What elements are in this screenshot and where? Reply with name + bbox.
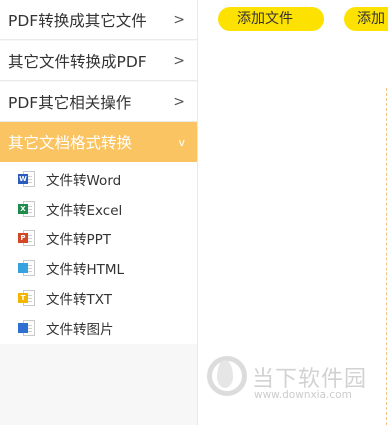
menu-item-label: PDF其它相关操作 (8, 93, 132, 112)
sidebar-empty-area (0, 344, 197, 425)
submenu-item-label: 文件转HTML (46, 262, 125, 278)
menu-item-pdf-other-ops[interactable]: PDF其它相关操作 > (0, 82, 197, 122)
add-folder-button[interactable]: 添加 (344, 7, 388, 31)
add-file-button-label: 添加文件 (237, 11, 293, 27)
submenu-item-to-word[interactable]: W 文件转Word (0, 166, 197, 192)
word-file-icon: W (18, 170, 36, 188)
submenu-item-label: 文件转图片 (46, 322, 114, 338)
excel-file-icon: X (18, 200, 36, 218)
submenu-item-label: 文件转TXT (46, 292, 113, 308)
watermark: 当下软件园 www.downxia.com (203, 352, 383, 412)
add-folder-button-label: 添加 (357, 11, 385, 27)
image-file-icon (18, 319, 36, 337)
ppt-file-icon: P (18, 229, 36, 247)
file-drop-zone-border (386, 88, 387, 425)
chevron-down-icon: v (178, 135, 185, 149)
watermark-url: www.downxia.com (254, 389, 352, 401)
menu-item-pdf-to-other[interactable]: PDF转换成其它文件 > (0, 0, 197, 40)
menu-item-other-doc-convert[interactable]: 其它文档格式转换 v (0, 122, 197, 162)
submenu-item-label: 文件转PPT (46, 232, 112, 248)
submenu-item-to-ppt[interactable]: P 文件转PPT (0, 225, 197, 251)
downxia-logo-icon (203, 352, 248, 402)
submenu-item-to-html[interactable]: 文件转HTML (0, 255, 197, 281)
sidebar: PDF转换成其它文件 > 其它文件转换成PDF > PDF其它相关操作 > 其它… (0, 0, 198, 425)
menu-item-label: 其它文件转换成PDF (8, 52, 147, 71)
chevron-right-icon: > (173, 11, 185, 28)
txt-file-icon: T (18, 289, 36, 307)
submenu-list: W 文件转Word X 文件转Excel P 文件转PPT 文件转HTML T (0, 162, 197, 344)
submenu-item-to-txt[interactable]: T 文件转TXT (0, 285, 197, 311)
add-file-button[interactable]: 添加文件 (218, 7, 324, 31)
menu-item-label: PDF转换成其它文件 (8, 11, 147, 30)
submenu-item-to-excel[interactable]: X 文件转Excel (0, 196, 197, 222)
submenu-item-label: 文件转Excel (46, 203, 123, 219)
submenu-item-label: 文件转Word (46, 173, 122, 189)
chevron-right-icon: > (173, 93, 185, 110)
html-file-icon (18, 259, 36, 277)
chevron-right-icon: > (173, 52, 185, 69)
menu-item-label: 其它文档格式转换 (8, 134, 133, 152)
submenu-item-to-image[interactable]: 文件转图片 (0, 315, 197, 341)
menu-item-other-to-pdf[interactable]: 其它文件转换成PDF > (0, 41, 197, 81)
